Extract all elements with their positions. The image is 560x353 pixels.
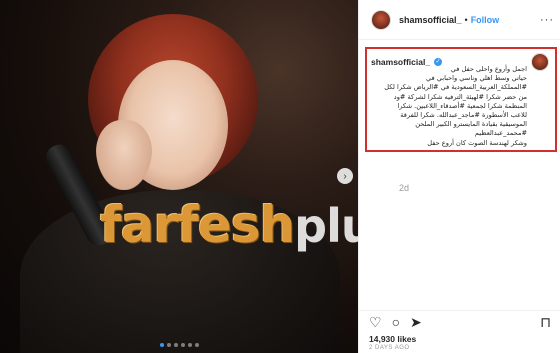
singer-hand (96, 120, 152, 190)
follow-button[interactable]: Follow (471, 15, 500, 25)
post-photo[interactable]: farfeshplus › (0, 0, 358, 353)
carousel-dot[interactable] (188, 343, 192, 347)
carousel-dot[interactable] (160, 343, 164, 347)
carousel-dot[interactable] (181, 343, 185, 347)
post-side-panel: shamsofficial_ • Follow ··· shamsofficia… (358, 0, 560, 353)
header-username[interactable]: shamsofficial_ (399, 15, 462, 25)
carousel-next-icon[interactable]: › (337, 168, 353, 184)
comment-icon[interactable]: ○ (392, 315, 400, 329)
watermark-farfesh: farfesh (100, 196, 295, 254)
carousel-dot[interactable] (167, 343, 171, 347)
more-options-icon[interactable]: ··· (540, 14, 554, 26)
caption-highlight-box: shamsofficial_ ✓ اجمل وأروع واحلى حفل في… (365, 47, 557, 152)
save-icon[interactable]: ⊓ (540, 315, 551, 329)
share-icon[interactable]: ➤ (410, 315, 422, 329)
post-date: 2 DAYS AGO (369, 345, 410, 351)
verified-badge-icon: ✓ (434, 58, 443, 66)
heart-icon[interactable]: ♡ (369, 315, 382, 329)
caption-line: #محمد_عبدالعظيم (474, 129, 527, 138)
caption-timestamp: 2d (399, 183, 410, 193)
likes-count[interactable]: 14,930 likes (369, 334, 416, 344)
caption-text: اجمل وأروع واحلى حفل في حياتي وسط اهلي ون… (371, 65, 527, 148)
caption-line: وشكر لهندسة الصوت كان أروع حفل (427, 138, 527, 147)
watermark: farfeshplus (100, 200, 358, 250)
caption-line: الموسيقية بقيادة المايسترو الكبير الملحن (415, 120, 527, 129)
caption-line: #المملكة_العربية_السعودية في #الرياض شكر… (384, 83, 527, 92)
caption-line: المنظمة شكرا لجمعية #أصدقاء_اللاعبين. شك… (397, 101, 527, 110)
separator-dot: • (464, 14, 468, 25)
caption-username[interactable]: shamsofficial_ (371, 57, 430, 67)
caption-line: من حضر شكرا #لهيئة_الترفيه شكرا لشركة #و… (393, 92, 527, 101)
post-header: shamsofficial_ • Follow ··· (359, 0, 560, 40)
caption-line: حياتي وسط اهلي وناسي واحبابي في (426, 74, 527, 83)
caption-avatar[interactable] (531, 53, 549, 71)
caption-line: للاعب الأسطورة #ماجد_عبدالله. شكرا للفرق… (400, 111, 527, 120)
action-bar: ♡ ○ ➤ ⊓ (359, 310, 560, 332)
avatar[interactable] (371, 9, 391, 30)
carousel-dot[interactable] (174, 343, 178, 347)
carousel-dots (160, 343, 199, 347)
carousel-dot[interactable] (195, 343, 199, 347)
watermark-plus: plus (294, 199, 358, 253)
